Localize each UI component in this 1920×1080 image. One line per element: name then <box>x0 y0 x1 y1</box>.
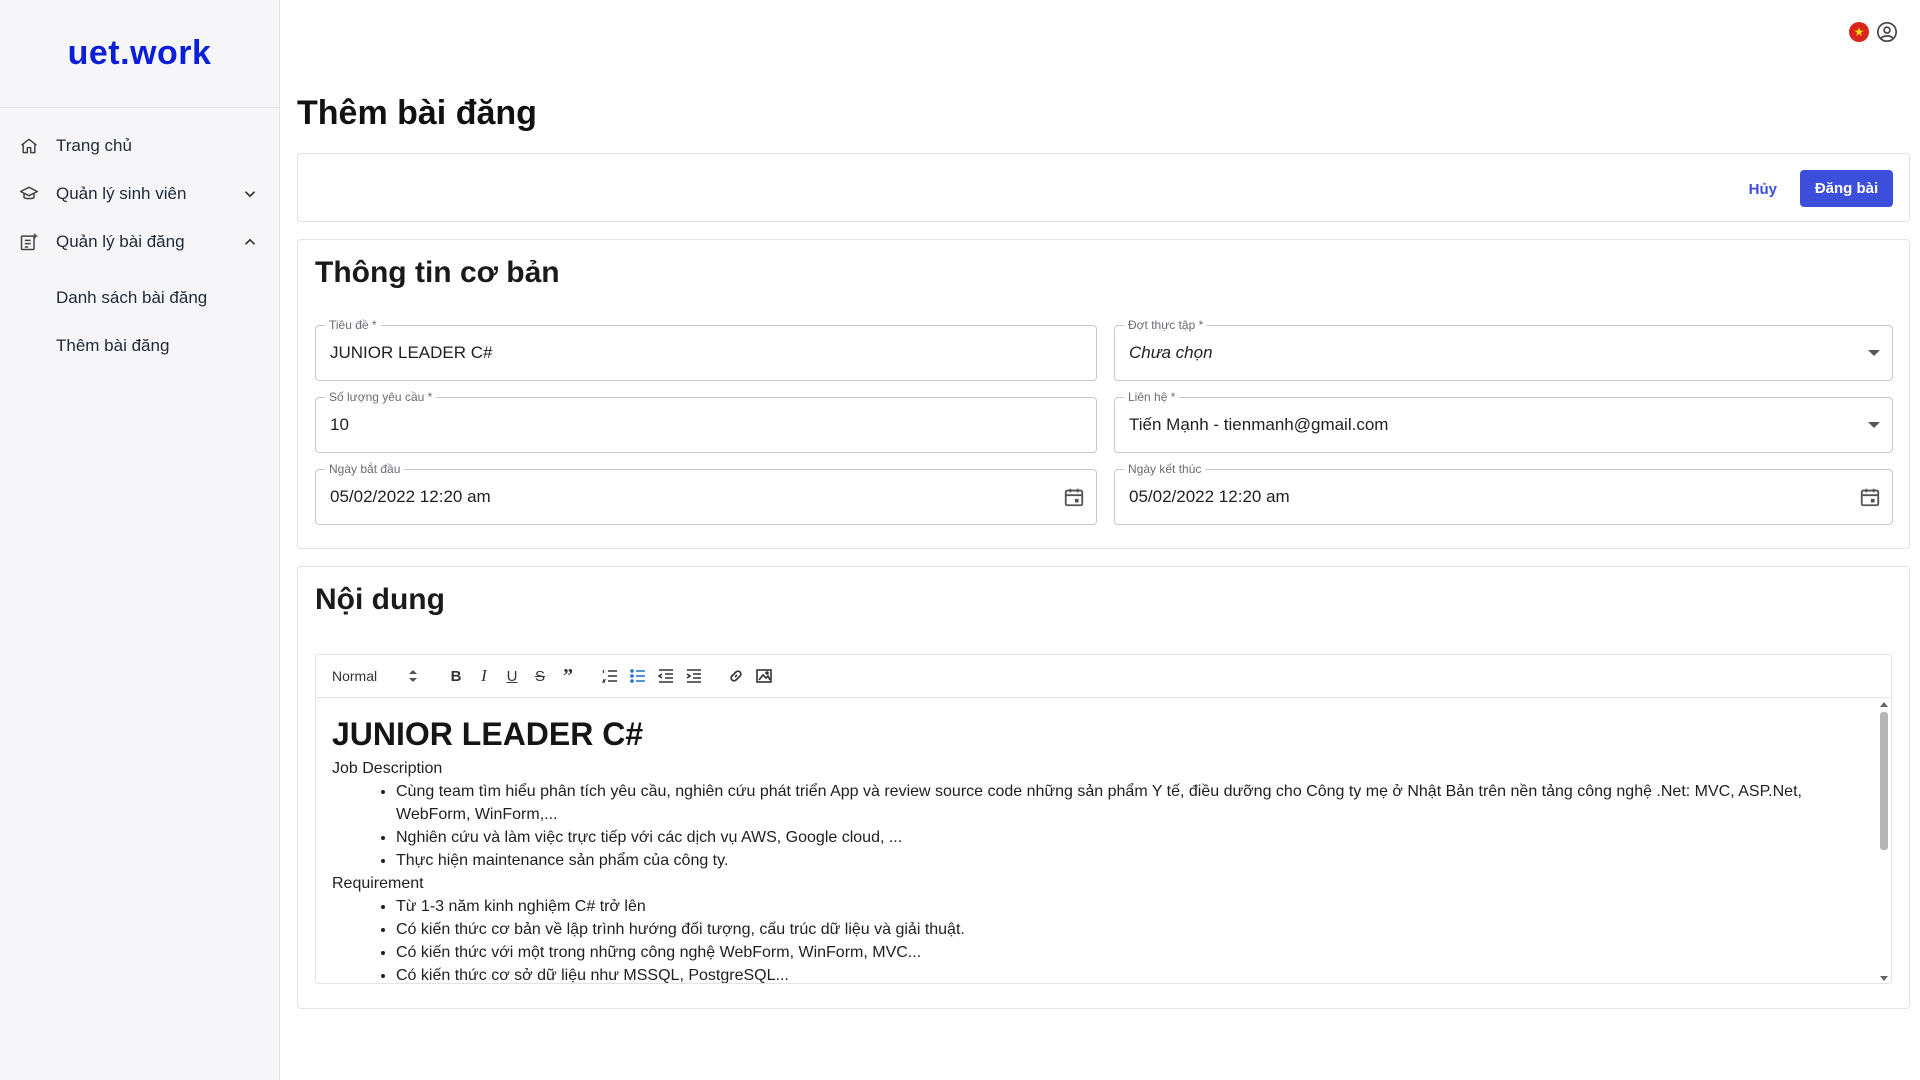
indent-icon[interactable] <box>680 663 708 689</box>
list-item: Có kiến thức cơ bản về lập trình hướng đ… <box>396 918 1875 941</box>
sidebar-subitem-add-post[interactable]: Thêm bài đăng <box>0 322 279 370</box>
content-card: Nội dung Normal B I U S ” JUNIOR LEADER … <box>297 566 1910 1009</box>
graduation-cap-icon <box>18 183 40 205</box>
section-title: Thông tin cơ bản <box>315 256 560 289</box>
list-item: Có kiến thức cơ sở dữ liệu như MSSQL, Po… <box>396 964 1875 983</box>
underline-icon[interactable]: U <box>498 663 526 689</box>
home-icon <box>18 135 40 157</box>
quantity-field[interactable]: Số lượng yêu cầu * 10 <box>315 390 1097 453</box>
field-value: 05/02/2022 12:20 am <box>1129 487 1290 506</box>
content-section-title: Job Description <box>332 760 443 777</box>
list-item: Từ 1-3 năm kinh nghiệm C# trở lên <box>396 895 1875 918</box>
chevron-up-icon[interactable] <box>241 233 259 251</box>
image-icon[interactable] <box>750 663 778 689</box>
vietnam-flag-icon[interactable]: ★ <box>1849 22 1869 42</box>
editor-scrollbar[interactable] <box>1877 698 1891 983</box>
format-select-value: Normal <box>332 668 378 684</box>
action-bar: Hủy Đăng bài <box>297 153 1910 222</box>
select-arrows-icon <box>409 670 417 682</box>
calendar-icon[interactable] <box>1859 486 1881 508</box>
scrollbar-thumb[interactable] <box>1880 712 1888 850</box>
list-item: Có kiến thức với một trong những công ng… <box>396 941 1875 964</box>
field-value: 05/02/2022 12:20 am <box>330 487 491 506</box>
editor-content[interactable]: JUNIOR LEADER C# Job Description Cùng te… <box>316 698 1891 983</box>
sidebar: uet.work Trang chủ Quản lý sinh viên Quả… <box>0 0 280 1080</box>
editor-toolbar: Normal B I U S ” <box>316 655 1891 698</box>
sidebar-item-students[interactable]: Quản lý sinh viên <box>0 170 279 218</box>
ordered-list-icon[interactable] <box>596 663 624 689</box>
content-list: Cùng team tìm hiểu phân tích yêu cầu, ng… <box>332 780 1875 872</box>
cancel-button[interactable]: Hủy <box>1735 171 1791 207</box>
dropdown-arrow-icon <box>1868 422 1880 428</box>
italic-icon[interactable]: I <box>470 663 498 689</box>
field-value: 10 <box>330 415 349 434</box>
top-bar: ★ <box>281 0 1920 64</box>
sidebar-subitem-post-list[interactable]: Danh sách bài đăng <box>0 274 279 322</box>
sidebar-nav: Trang chủ Quản lý sinh viên Quản lý bài … <box>0 108 279 370</box>
content-section-title: Requirement <box>332 875 424 892</box>
rich-text-editor[interactable]: Normal B I U S ” JUNIOR LEADER C# Job De… <box>315 654 1892 984</box>
field-value: JUNIOR LEADER C# <box>330 343 493 362</box>
link-icon[interactable] <box>722 663 750 689</box>
sidebar-item-label: Trang chủ <box>56 136 132 155</box>
dropdown-arrow-icon <box>1868 350 1880 356</box>
chevron-down-icon[interactable] <box>241 185 259 203</box>
post-add-icon <box>18 231 40 253</box>
scroll-up-icon[interactable] <box>1880 702 1888 707</box>
end-date-field[interactable]: Ngày kết thúc 05/02/2022 12:20 am <box>1114 462 1893 525</box>
account-circle-icon[interactable] <box>1876 21 1898 43</box>
scroll-down-icon[interactable] <box>1880 976 1888 981</box>
strikethrough-icon[interactable]: S <box>526 663 554 689</box>
field-value: Tiến Mạnh - tienmanh@gmail.com <box>1129 415 1389 434</box>
brand-logo[interactable]: uet.work <box>0 0 279 108</box>
page-title: Thêm bài đăng <box>297 94 537 132</box>
sidebar-item-posts[interactable]: Quản lý bài đăng <box>0 218 279 266</box>
content-heading: JUNIOR LEADER C# <box>332 716 644 752</box>
sidebar-submenu-posts: Danh sách bài đăng Thêm bài đăng <box>0 266 279 370</box>
blockquote-icon[interactable]: ” <box>554 663 582 689</box>
outdent-icon[interactable] <box>652 663 680 689</box>
bold-icon[interactable]: B <box>442 663 470 689</box>
sidebar-item-home[interactable]: Trang chủ <box>0 122 279 170</box>
contact-select[interactable]: Liên hệ * Tiến Mạnh - tienmanh@gmail.com <box>1114 390 1893 453</box>
list-item: Cùng team tìm hiểu phân tích yêu cầu, ng… <box>396 780 1875 826</box>
format-select[interactable]: Normal <box>332 663 418 689</box>
title-field[interactable]: Tiêu đề * JUNIOR LEADER C# <box>315 318 1097 381</box>
list-item: Nghiên cứu và làm việc trực tiếp với các… <box>396 826 1875 849</box>
calendar-icon[interactable] <box>1063 486 1085 508</box>
post-button[interactable]: Đăng bài <box>1800 170 1893 207</box>
list-item: Thực hiện maintenance sản phẩm của công … <box>396 849 1875 872</box>
section-title: Nội dung <box>315 583 445 616</box>
content-list: Từ 1-3 năm kinh nghiệm C# trở lên Có kiế… <box>332 895 1875 983</box>
start-date-field[interactable]: Ngày bắt đầu 05/02/2022 12:20 am <box>315 462 1097 525</box>
basic-info-card: Thông tin cơ bản Tiêu đề * JUNIOR LEADER… <box>297 239 1910 549</box>
field-value: Chưa chọn <box>1129 343 1213 362</box>
sidebar-item-label: Quản lý sinh viên <box>56 184 187 203</box>
bullet-list-icon[interactable] <box>624 663 652 689</box>
sidebar-item-label: Quản lý bài đăng <box>56 232 185 251</box>
term-select[interactable]: Đợt thực tập * Chưa chọn <box>1114 318 1893 381</box>
